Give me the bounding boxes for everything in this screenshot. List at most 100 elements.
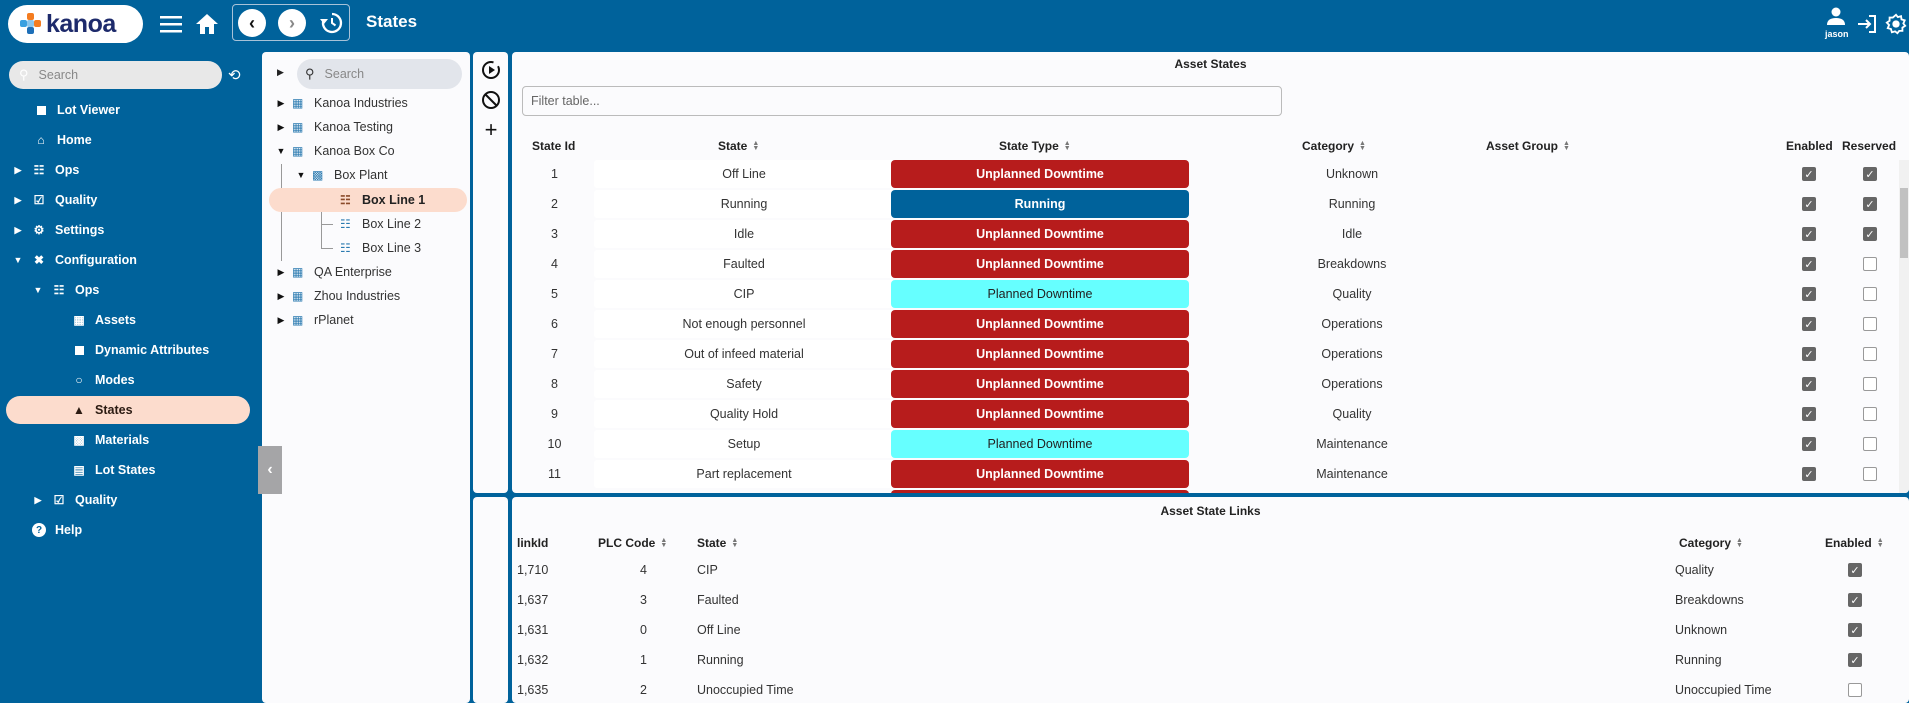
- table-row[interactable]: 6 Not enough personnel Unplanned Downtime O…: [512, 310, 1892, 340]
- col-header-plc-code[interactable]: PLC Code ▲ ▼: [598, 533, 669, 553]
- tree-node-kanoa-box-co[interactable]: ▼ ▦ Kanoa Box Co: [276, 139, 395, 163]
- collapse-sidebar-button[interactable]: ‹: [258, 446, 282, 494]
- enabled-checkbox[interactable]: ✓: [1802, 347, 1816, 361]
- state-name-cell[interactable]: Running: [594, 190, 894, 218]
- sidebar-item-settings[interactable]: ▶ ⚙ Settings: [0, 216, 261, 244]
- tree-node-zhou-industries[interactable]: ▶ ▦ Zhou Industries: [276, 284, 401, 308]
- table-row[interactable]: 11 Part replacement Unplanned Downtime Main…: [512, 460, 1892, 490]
- state-name-cell[interactable]: CIP: [594, 280, 894, 308]
- play-circle-icon[interactable]: [480, 59, 502, 81]
- enabled-checkbox[interactable]: ✓: [1802, 197, 1816, 211]
- state-type-badge[interactable]: Planned Downtime: [891, 430, 1189, 458]
- back-button[interactable]: ‹: [238, 9, 266, 37]
- enabled-checkbox[interactable]: ✓: [1802, 257, 1816, 271]
- state-type-badge[interactable]: Unplanned Downtime: [891, 370, 1189, 398]
- sidebar-item-home[interactable]: ⌂ Home: [0, 126, 261, 154]
- logout-icon[interactable]: [1855, 12, 1879, 36]
- state-name-cell[interactable]: Idle: [594, 220, 894, 248]
- enabled-checkbox[interactable]: ✓: [1802, 377, 1816, 391]
- history-icon[interactable]: [317, 9, 345, 37]
- sort-icon[interactable]: ▲ ▼: [1877, 537, 1886, 549]
- sidebar-item-materials[interactable]: ▩ Materials: [0, 426, 261, 454]
- col-header-category[interactable]: Category ▲ ▼: [1302, 136, 1368, 156]
- reserved-checkbox[interactable]: [1863, 317, 1877, 331]
- col-header-link-enabled[interactable]: Enabled ▲ ▼: [1825, 533, 1886, 553]
- sidebar-item-config-ops[interactable]: ▼ ☷ Ops: [0, 276, 261, 304]
- table-row[interactable]: 1,632 1 Running Running ✓: [512, 646, 1909, 676]
- reserved-checkbox[interactable]: [1863, 467, 1877, 481]
- sidebar-item-lot-viewer[interactable]: Lot Viewer: [0, 96, 261, 124]
- state-type-badge[interactable]: Unplanned Downtime: [891, 400, 1189, 428]
- sidebar-item-quality[interactable]: ▶ ☑ Quality: [0, 186, 261, 214]
- link-enabled-checkbox[interactable]: ✓: [1848, 623, 1862, 637]
- state-type-badge[interactable]: Unplanned Downtime: [891, 220, 1189, 248]
- state-type-badge[interactable]: Unplanned Downtime: [891, 340, 1189, 368]
- link-enabled-checkbox[interactable]: ✓: [1848, 593, 1862, 607]
- state-name-cell[interactable]: Setup: [594, 430, 894, 458]
- enabled-checkbox[interactable]: ✓: [1802, 407, 1816, 421]
- state-name-cell[interactable]: Out of infeed material: [594, 340, 894, 368]
- col-header-state[interactable]: State ▲ ▼: [718, 136, 761, 156]
- forward-button[interactable]: ›: [278, 9, 306, 37]
- reserved-checkbox[interactable]: [1863, 347, 1877, 361]
- state-name-cell[interactable]: Not enough personnel: [594, 310, 894, 338]
- kanoa-logo[interactable]: kanoa: [8, 5, 143, 43]
- state-type-badge[interactable]: Planned Downtime: [891, 280, 1189, 308]
- col-header-state-type[interactable]: State Type ▲ ▼: [999, 136, 1073, 156]
- settings-icon[interactable]: [1883, 11, 1909, 37]
- tree-node-kanoa-industries[interactable]: ▶ ▦ Kanoa Industries: [276, 91, 408, 115]
- sidebar-item-lot-states[interactable]: ▤ Lot States: [0, 456, 261, 484]
- table-row[interactable]: 1,637 3 Faulted Breakdowns ✓: [512, 586, 1909, 616]
- sort-icon[interactable]: ▲ ▼: [1064, 140, 1073, 152]
- col-header-link-state[interactable]: State ▲ ▼: [697, 533, 740, 553]
- enabled-checkbox[interactable]: ✓: [1802, 317, 1816, 331]
- sidebar-item-dynamic-attributes[interactable]: Dynamic Attributes: [0, 336, 261, 364]
- table-row[interactable]: 5 CIP Planned Downtime Quality ✓: [512, 280, 1892, 310]
- state-name-cell[interactable]: Part replacement: [594, 460, 894, 488]
- tree-expand-all-icon[interactable]: ▶: [277, 67, 284, 78]
- sidebar-item-config-quality[interactable]: ▶ ☑ Quality: [0, 486, 261, 514]
- link-enabled-checkbox[interactable]: ✓: [1848, 653, 1862, 667]
- sidebar-item-modes[interactable]: ○ Modes: [0, 366, 261, 394]
- sidebar-item-configuration[interactable]: ▼ ✖ Configuration: [0, 246, 261, 274]
- enabled-checkbox[interactable]: ✓: [1802, 167, 1816, 181]
- reserved-checkbox[interactable]: [1863, 287, 1877, 301]
- add-icon[interactable]: +: [480, 117, 502, 142]
- enabled-checkbox[interactable]: ✓: [1802, 287, 1816, 301]
- sort-icon[interactable]: ▲ ▼: [752, 140, 761, 152]
- filter-table-input[interactable]: Filter table...: [522, 86, 1282, 116]
- tree-search-input[interactable]: ⚲ Search: [297, 59, 462, 89]
- col-header-link-category[interactable]: Category ▲ ▼: [1679, 533, 1745, 553]
- sort-icon[interactable]: ▲ ▼: [660, 537, 669, 549]
- block-icon[interactable]: [480, 89, 502, 111]
- state-name-cell[interactable]: Faulted: [594, 250, 894, 278]
- table-row[interactable]: 4 Faulted Unplanned Downtime Breakdowns ✓: [512, 250, 1892, 280]
- sidebar-item-help[interactable]: ? Help: [0, 516, 261, 544]
- tree-node-box-line-2[interactable]: ☷ Box Line 2: [334, 212, 421, 236]
- table-row[interactable]: 1,631 0 Off Line Unknown ✓: [512, 616, 1909, 646]
- menu-icon[interactable]: [158, 12, 184, 36]
- sidebar-item-ops[interactable]: ▶ ☷ Ops: [0, 156, 261, 184]
- state-type-badge[interactable]: Unplanned Downtime: [891, 160, 1189, 188]
- enabled-checkbox[interactable]: ✓: [1802, 437, 1816, 451]
- table-row[interactable]: 10 Setup Planned Downtime Maintenance ✓: [512, 430, 1892, 460]
- state-type-badge[interactable]: Unplanned Downtime: [891, 310, 1189, 338]
- tree-node-kanoa-testing[interactable]: ▶ ▦ Kanoa Testing: [276, 115, 393, 139]
- state-type-badge[interactable]: Unplanned Downtime: [891, 460, 1189, 488]
- state-type-badge[interactable]: Unplanned Downtime: [891, 250, 1189, 278]
- state-name-cell[interactable]: Quality Hold: [594, 400, 894, 428]
- enabled-checkbox[interactable]: ✓: [1802, 467, 1816, 481]
- link-enabled-checkbox[interactable]: ✓: [1848, 563, 1862, 577]
- link-enabled-checkbox[interactable]: [1848, 683, 1862, 697]
- reserved-checkbox[interactable]: [1863, 257, 1877, 271]
- reserved-checkbox[interactable]: ✓: [1863, 227, 1877, 241]
- home-icon[interactable]: [194, 11, 220, 37]
- table-row[interactable]: 1 Off Line Unplanned Downtime Unknown ✓ ✓: [512, 160, 1892, 190]
- tree-node-qa-enterprise[interactable]: ▶ ▦ QA Enterprise: [276, 260, 392, 284]
- state-name-cell[interactable]: Off Line: [594, 160, 894, 188]
- table-scrollbar[interactable]: [1899, 160, 1909, 493]
- sidebar-item-states[interactable]: ▲ States: [6, 396, 250, 424]
- tree-node-rplanet[interactable]: ▶ ▦ rPlanet: [276, 308, 354, 332]
- table-row[interactable]: 3 Idle Unplanned Downtime Idle ✓ ✓: [512, 220, 1892, 250]
- table-row[interactable]: 8 Safety Unplanned Downtime Operations ✓: [512, 370, 1892, 400]
